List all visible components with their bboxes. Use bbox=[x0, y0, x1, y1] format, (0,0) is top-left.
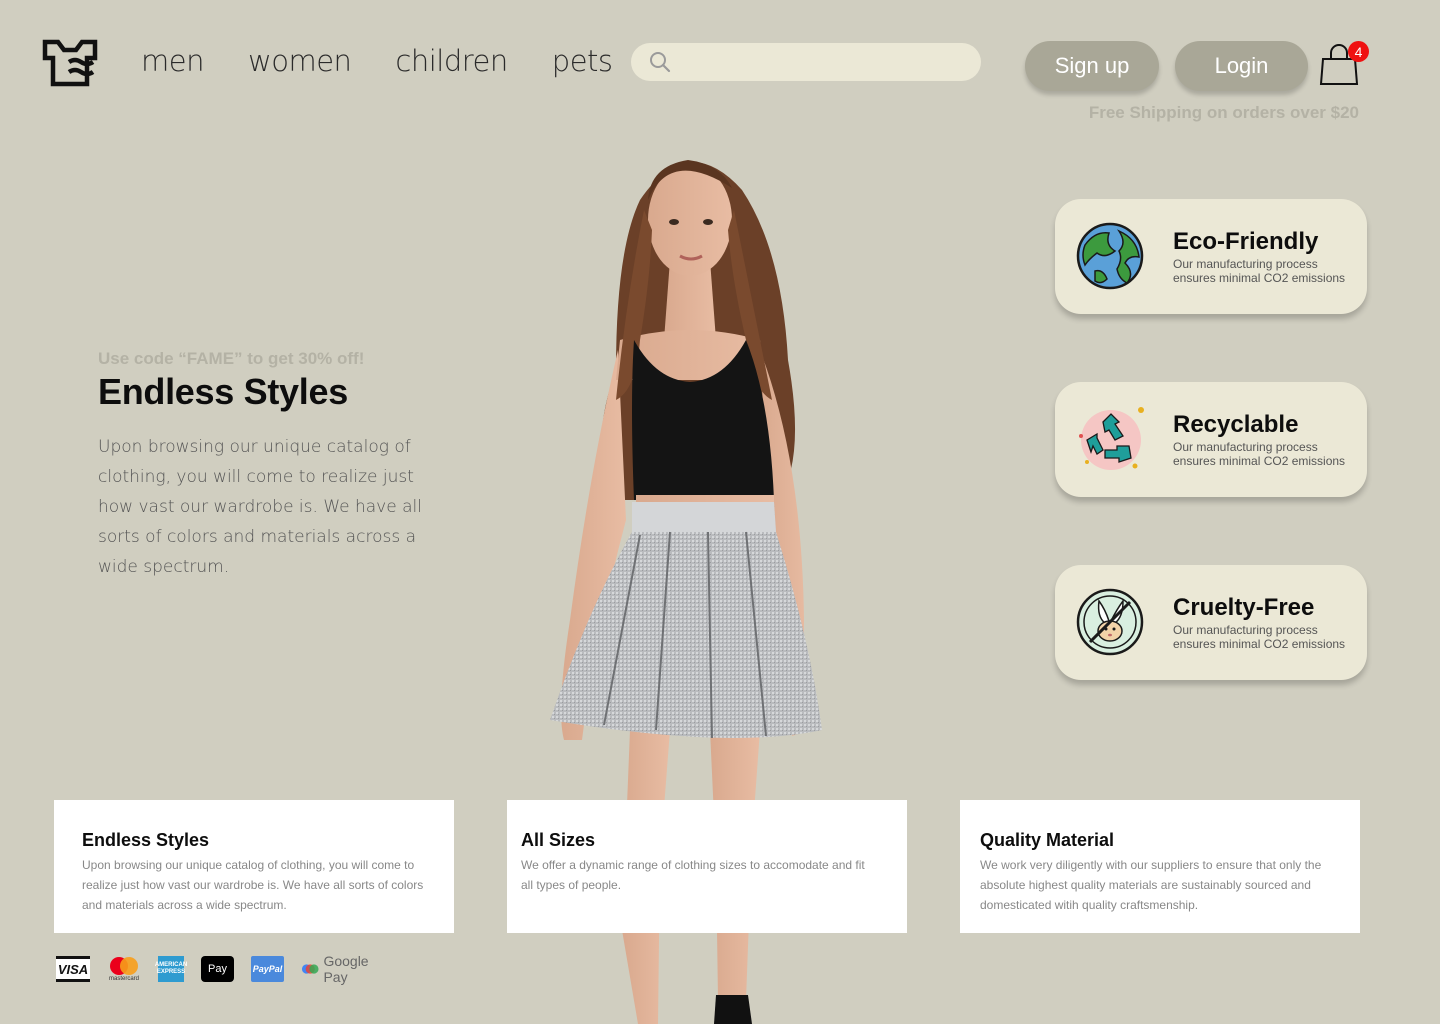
feature-card-eco: Eco-Friendly Our manufacturing process e… bbox=[1055, 199, 1367, 314]
google-pay-logo-icon bbox=[301, 964, 319, 974]
nav-women[interactable]: women bbox=[248, 40, 352, 82]
nav-pets[interactable]: pets bbox=[552, 40, 613, 82]
info-card-styles: Endless Styles Upon browsing our unique … bbox=[54, 800, 454, 933]
nav-children[interactable]: children bbox=[395, 40, 508, 82]
info-card-title: All Sizes bbox=[521, 830, 596, 850]
info-card-description: Upon browsing our unique catalog of clot… bbox=[82, 858, 424, 912]
mastercard-icon: mastercard bbox=[107, 956, 141, 982]
info-card-description: We work very diligently with our supplie… bbox=[980, 858, 1322, 912]
google-pay-label: Google Pay bbox=[323, 953, 369, 985]
search-input[interactable] bbox=[681, 53, 961, 71]
payment-methods: VISA mastercard AMERICAN EXPRESS Pay Pay… bbox=[56, 953, 408, 985]
apple-pay-icon: Pay bbox=[201, 956, 234, 982]
recycle-icon bbox=[1079, 407, 1144, 470]
feature-card-recyclable: Recyclable Our manufacturing process ens… bbox=[1055, 382, 1367, 497]
info-card-material: Quality Material We work very diligently… bbox=[960, 800, 1360, 933]
paypal-icon: PayPal bbox=[251, 956, 284, 982]
apple-pay-label: Pay bbox=[208, 963, 227, 975]
earth-icon bbox=[1076, 222, 1144, 290]
promo-code: Use code “FAME” to get 30% off! bbox=[98, 349, 365, 368]
mastercard-label: mastercard bbox=[108, 976, 139, 982]
google-pay-icon: Google Pay bbox=[301, 953, 391, 985]
brand-logo-icon[interactable] bbox=[42, 38, 98, 88]
main-nav: men women children pets bbox=[141, 40, 613, 82]
mastercard-circles-icon bbox=[110, 957, 138, 975]
login-button[interactable]: Login bbox=[1175, 41, 1308, 91]
info-card-title: Quality Material bbox=[980, 830, 1115, 850]
info-card-title: Endless Styles bbox=[82, 830, 210, 850]
feature-description: Our manufacturing process ensures minima… bbox=[1173, 623, 1346, 651]
hero-description: Upon browsing our unique catalog of clot… bbox=[98, 437, 422, 577]
info-card-sizes: All Sizes We offer a dynamic range of cl… bbox=[507, 800, 907, 933]
feature-description: Our manufacturing process ensures minima… bbox=[1173, 440, 1346, 468]
feature-title: Cruelty-Free bbox=[1173, 594, 1315, 621]
info-card-description: We offer a dynamic range of clothing siz… bbox=[521, 858, 865, 892]
feature-title: Recyclable bbox=[1173, 411, 1299, 438]
cruelty-free-bunny-icon bbox=[1076, 588, 1144, 656]
search-icon[interactable] bbox=[649, 51, 671, 73]
nav-men[interactable]: men bbox=[141, 40, 204, 82]
search-bar bbox=[631, 43, 981, 81]
feature-title: Eco-Friendly bbox=[1173, 228, 1319, 255]
shipping-note: Free Shipping on orders over $20 bbox=[1088, 103, 1359, 122]
hero-title: Endless Styles bbox=[98, 371, 348, 412]
visa-icon: VISA bbox=[56, 956, 90, 982]
signup-button[interactable]: Sign up bbox=[1025, 41, 1159, 91]
cart-count-badge: 4 bbox=[1348, 41, 1369, 62]
feature-card-cruelty-free: Cruelty-Free Our manufacturing process e… bbox=[1055, 565, 1367, 680]
feature-description: Our manufacturing process ensures minima… bbox=[1173, 257, 1346, 285]
amex-icon: AMERICAN EXPRESS bbox=[155, 956, 187, 982]
